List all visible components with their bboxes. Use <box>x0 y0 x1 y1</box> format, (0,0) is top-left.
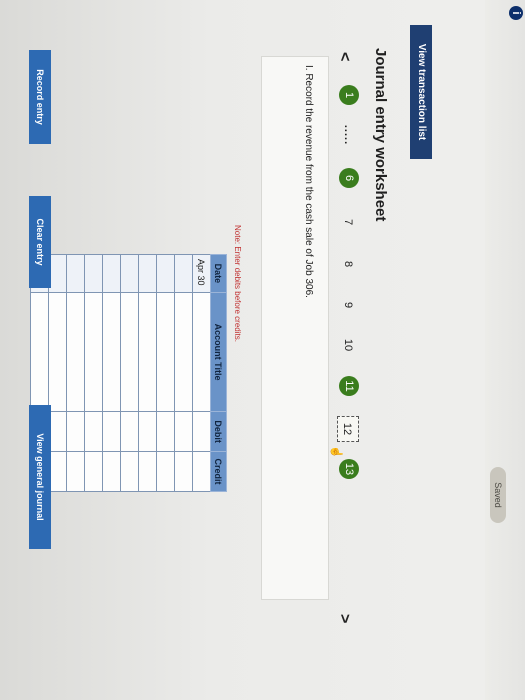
credit-input[interactable] <box>138 451 157 492</box>
date-cell[interactable] <box>120 254 139 293</box>
debit-input[interactable] <box>120 411 139 452</box>
date-cell[interactable] <box>138 254 157 293</box>
credit-column-header: Credit <box>210 451 227 492</box>
date-cell[interactable] <box>156 254 175 293</box>
nav-tab-9[interactable]: 9 <box>337 294 359 316</box>
journal-entry-table: Date Account Title Debit Credit Apr 30 <box>30 254 227 492</box>
table-row <box>120 254 139 492</box>
nav-tab-10[interactable]: 10 <box>337 334 359 356</box>
date-cell[interactable] <box>174 254 193 293</box>
prev-arrow-icon[interactable]: < <box>335 52 353 61</box>
account-title-input[interactable] <box>156 292 175 412</box>
journal-entry-screen: i Saved View transaction list Journal en… <box>0 0 525 700</box>
date-cell[interactable] <box>84 254 103 293</box>
table-row <box>156 254 175 492</box>
debit-input[interactable] <box>48 411 67 452</box>
table-row <box>138 254 157 492</box>
nav-tab-6[interactable]: 6 <box>339 168 359 188</box>
account-title-input[interactable] <box>48 292 67 412</box>
credit-input[interactable] <box>120 451 139 492</box>
date-cell[interactable] <box>48 254 67 293</box>
table-header-row: Date Account Title Debit Credit <box>210 254 227 492</box>
table-row: Apr 30 <box>192 254 211 492</box>
info-icon[interactable]: i <box>509 6 523 20</box>
account-title-input[interactable] <box>84 292 103 412</box>
account-title-input[interactable] <box>66 292 85 412</box>
debit-input[interactable] <box>84 411 103 452</box>
credit-input[interactable] <box>192 451 211 492</box>
account-title-input[interactable] <box>138 292 157 412</box>
account-title-input[interactable] <box>174 292 193 412</box>
credit-input[interactable] <box>156 451 175 492</box>
debit-input[interactable] <box>156 411 175 452</box>
credit-input[interactable] <box>174 451 193 492</box>
debits-note: Note: Enter debits before credits. <box>233 225 242 342</box>
saved-status-badge: Saved <box>490 467 506 523</box>
table-row <box>174 254 193 492</box>
worksheet-title: Journal entry worksheet <box>372 48 389 222</box>
account-title-column-header: Account Title <box>210 292 227 412</box>
debit-input[interactable] <box>138 411 157 452</box>
account-title-input[interactable] <box>120 292 139 412</box>
next-arrow-icon[interactable]: > <box>335 614 353 623</box>
view-general-journal-button[interactable]: View general journal <box>29 405 51 549</box>
credit-input[interactable] <box>84 451 103 492</box>
table-row <box>48 254 67 492</box>
date-cell[interactable] <box>102 254 121 293</box>
debit-column-header: Debit <box>210 411 227 452</box>
credit-input[interactable] <box>66 451 85 492</box>
instruction-text: I. Record the revenue from the cash sale… <box>303 65 314 298</box>
nav-tab-7[interactable]: 7 <box>337 211 359 233</box>
browser-top-strip: i Saved <box>485 0 525 700</box>
nav-tab-12[interactable]: 12 <box>337 416 359 442</box>
account-title-input[interactable] <box>102 292 121 412</box>
date-cell[interactable]: Apr 30 <box>192 254 211 293</box>
table-row <box>66 254 85 492</box>
debit-input[interactable] <box>174 411 193 452</box>
debit-input[interactable] <box>102 411 121 452</box>
table-row <box>102 254 121 492</box>
record-entry-button[interactable]: Record entry <box>29 50 51 144</box>
account-title-input[interactable] <box>30 292 49 412</box>
hand-cursor-icon: ☝ <box>330 445 342 459</box>
view-transaction-list-button[interactable]: View transaction list <box>410 25 432 159</box>
account-title-input[interactable] <box>192 292 211 412</box>
table-row <box>84 254 103 492</box>
clear-entry-button[interactable]: Clear entry <box>29 196 51 288</box>
nav-tab-ellipsis: ..... <box>342 124 354 146</box>
nav-tab-8[interactable]: 8 <box>337 253 359 275</box>
date-cell[interactable] <box>66 254 85 293</box>
debit-input[interactable] <box>192 411 211 452</box>
date-column-header: Date <box>210 254 227 293</box>
credit-input[interactable] <box>48 451 67 492</box>
nav-tab-13[interactable]: 13 <box>339 459 359 479</box>
debit-input[interactable] <box>66 411 85 452</box>
nav-tab-11[interactable]: 11 <box>339 376 359 396</box>
nav-tab-1[interactable]: 1 <box>339 85 359 105</box>
credit-input[interactable] <box>102 451 121 492</box>
instruction-panel: I. Record the revenue from the cash sale… <box>261 56 329 600</box>
